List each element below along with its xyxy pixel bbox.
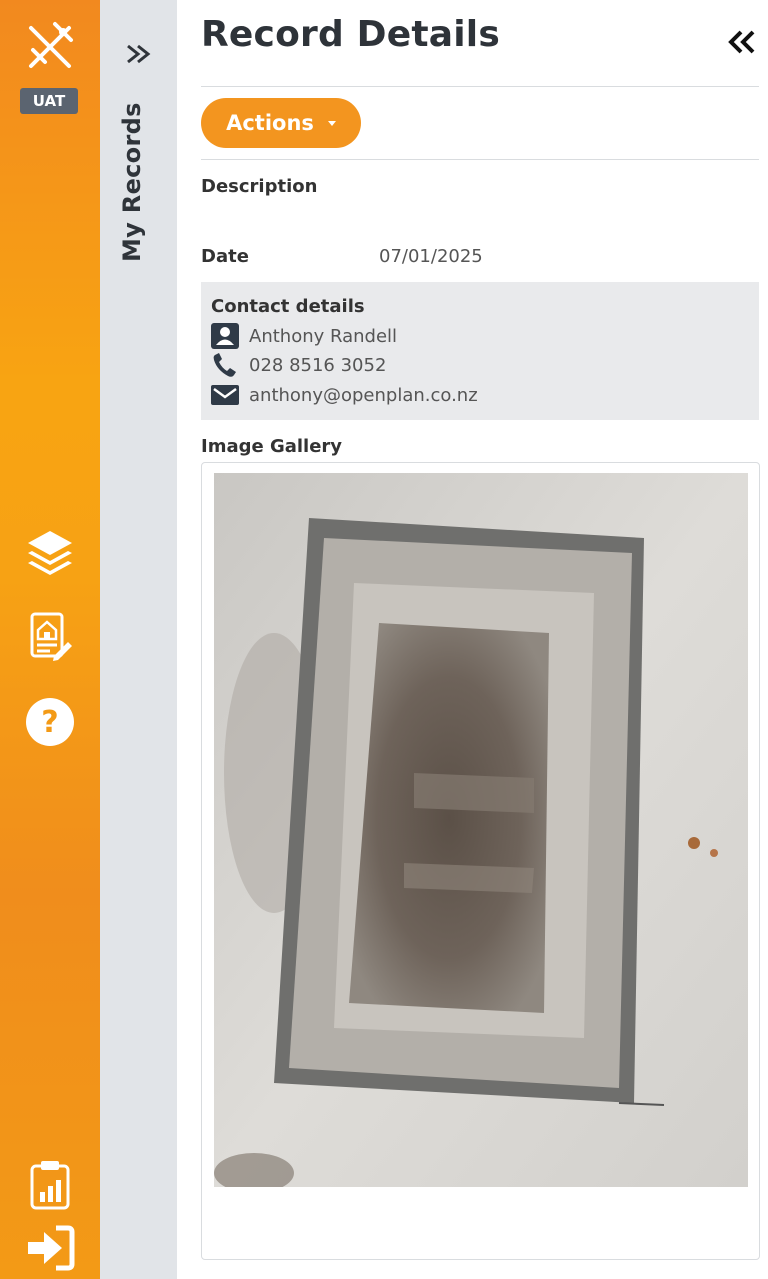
envelope-icon xyxy=(211,385,239,405)
date-value: 07/01/2025 xyxy=(379,246,483,267)
environment-badge: UAT xyxy=(20,88,78,114)
header-divider xyxy=(201,86,759,87)
contact-phone[interactable]: 028 8516 3052 xyxy=(249,355,386,376)
app-logo-icon[interactable] xyxy=(25,20,77,72)
actions-label: Actions xyxy=(226,111,314,135)
contact-email[interactable]: anthony@openplan.co.nz xyxy=(249,385,478,406)
person-icon xyxy=(211,323,239,349)
property-report-icon[interactable] xyxy=(24,610,76,662)
description-label: Description xyxy=(201,176,318,197)
expand-panel-icon[interactable] xyxy=(122,38,154,70)
page-title: Record Details xyxy=(201,14,500,55)
gallery-photo[interactable] xyxy=(214,473,748,1187)
my-records-panel[interactable]: My Records xyxy=(100,0,177,1279)
svg-text:?: ? xyxy=(41,705,58,740)
contact-email-row: anthony@openplan.co.nz xyxy=(211,382,478,408)
help-icon[interactable]: ? xyxy=(24,696,76,748)
contact-name: Anthony Randell xyxy=(249,325,398,347)
image-gallery xyxy=(201,462,760,1260)
image-gallery-heading: Image Gallery xyxy=(201,436,343,457)
date-label: Date xyxy=(201,246,249,267)
app-rail: UAT ? xyxy=(0,0,100,1279)
phone-icon xyxy=(213,353,236,377)
contact-name-row: Anthony Randell xyxy=(211,323,397,349)
my-records-label[interactable]: My Records xyxy=(118,102,146,262)
contact-heading: Contact details xyxy=(211,296,365,317)
actions-button[interactable]: Actions xyxy=(201,98,361,148)
clipboard-chart-icon[interactable] xyxy=(24,1158,76,1210)
record-details-panel: Record Details Actions Description Date … xyxy=(177,0,768,1279)
layers-icon[interactable] xyxy=(24,525,76,577)
toolbar-divider xyxy=(201,159,759,160)
contact-phone-row: 028 8516 3052 xyxy=(211,352,386,378)
sign-out-icon[interactable] xyxy=(24,1222,76,1274)
caret-down-icon xyxy=(327,120,336,126)
contact-details-card: Contact details Anthony Randell 028 8516… xyxy=(201,282,759,420)
collapse-panel-icon[interactable] xyxy=(723,24,759,60)
